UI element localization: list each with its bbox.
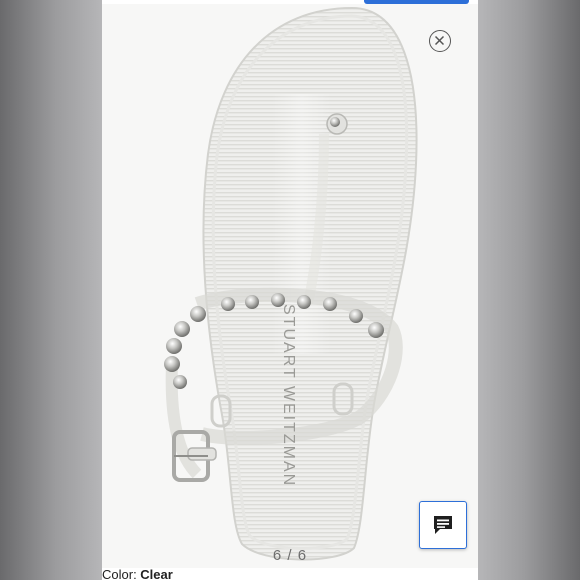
backdrop-left <box>0 0 102 580</box>
image-gallery[interactable]: STUART WEITZMAN 6 / 6 <box>102 4 478 568</box>
close-icon <box>434 35 445 46</box>
brand-imprint: STUART WEITZMAN <box>280 304 297 487</box>
chat-icon <box>434 516 452 534</box>
product-image: STUART WEITZMAN <box>164 6 418 561</box>
image-counter: 6 / 6 <box>272 547 308 564</box>
phone-screen: STUART WEITZMAN 6 / 6 Color: Clear <box>102 0 478 580</box>
color-label: Color: <box>102 567 141 580</box>
backdrop-right <box>478 0 580 580</box>
close-button[interactable] <box>429 30 451 52</box>
color-value: Clear <box>140 567 173 580</box>
color-info: Color: Clear <box>102 568 173 580</box>
chat-button[interactable] <box>419 501 467 549</box>
